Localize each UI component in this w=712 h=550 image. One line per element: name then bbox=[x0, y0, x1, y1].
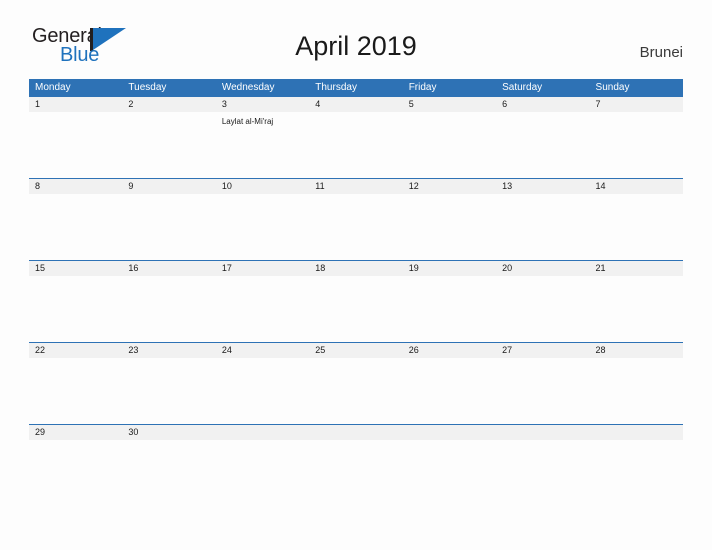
day-event bbox=[309, 112, 402, 178]
weekday-header-tuesday: Tuesday bbox=[128, 82, 167, 93]
day-number[interactable]: 21 bbox=[590, 261, 683, 276]
day-event bbox=[216, 276, 309, 342]
day-number-empty bbox=[403, 425, 496, 440]
day-event bbox=[403, 112, 496, 178]
week-date-band: 29 30 bbox=[29, 425, 683, 440]
day-event bbox=[29, 358, 122, 424]
calendar-week-row: 29 30 bbox=[29, 424, 683, 468]
day-event bbox=[122, 276, 215, 342]
day-event bbox=[309, 358, 402, 424]
day-number[interactable]: 8 bbox=[29, 179, 122, 194]
day-number-empty bbox=[216, 425, 309, 440]
day-event bbox=[29, 112, 122, 178]
day-event bbox=[403, 440, 496, 468]
day-number[interactable]: 13 bbox=[496, 179, 589, 194]
day-event bbox=[122, 112, 215, 178]
day-number[interactable]: 10 bbox=[216, 179, 309, 194]
day-event bbox=[590, 112, 683, 178]
day-event: Laylat al-Mi'raj bbox=[221, 117, 274, 126]
weekday-header-wednesday: Wednesday bbox=[221, 82, 275, 93]
day-number[interactable]: 11 bbox=[309, 179, 402, 194]
day-event bbox=[403, 276, 496, 342]
week-event-band bbox=[29, 194, 683, 260]
week-date-band: 22 23 24 25 26 27 28 bbox=[29, 343, 683, 358]
day-number[interactable]: 30 bbox=[122, 425, 215, 440]
day-event bbox=[590, 276, 683, 342]
day-number[interactable]: 3 bbox=[216, 97, 309, 112]
day-number[interactable]: 1 bbox=[29, 97, 122, 112]
week-event-band bbox=[29, 440, 683, 468]
day-number[interactable]: 6 bbox=[496, 97, 589, 112]
day-number[interactable]: 14 bbox=[590, 179, 683, 194]
day-event bbox=[496, 194, 589, 260]
day-event bbox=[496, 358, 589, 424]
day-number[interactable]: 4 bbox=[309, 97, 402, 112]
day-number[interactable]: 25 bbox=[309, 343, 402, 358]
weekday-header-monday: Monday bbox=[35, 82, 71, 93]
week-date-band: 15 16 17 18 19 20 21 bbox=[29, 261, 683, 276]
day-number[interactable]: 12 bbox=[403, 179, 496, 194]
calendar-week-row: 1 2 3 4 5 6 7 Laylat al-Mi'raj bbox=[29, 96, 683, 178]
day-number[interactable]: 16 bbox=[122, 261, 215, 276]
week-date-band: 1 2 3 4 5 6 7 bbox=[29, 97, 683, 112]
weekday-header-sunday: Sunday bbox=[595, 82, 630, 93]
day-event bbox=[216, 194, 309, 260]
week-event-band bbox=[29, 276, 683, 342]
day-event bbox=[122, 440, 215, 468]
day-number[interactable]: 5 bbox=[403, 97, 496, 112]
weekday-header-row: Monday Tuesday Wednesday Thursday Friday… bbox=[29, 79, 683, 96]
day-event bbox=[496, 440, 589, 468]
day-number[interactable]: 20 bbox=[496, 261, 589, 276]
calendar-week-row: 8 9 10 11 12 13 14 bbox=[29, 178, 683, 260]
day-event bbox=[29, 440, 122, 468]
day-event bbox=[122, 358, 215, 424]
day-event bbox=[216, 358, 309, 424]
weekday-header-saturday: Saturday bbox=[502, 82, 543, 93]
day-number-empty bbox=[309, 425, 402, 440]
day-event bbox=[29, 194, 122, 260]
calendar-grid: Monday Tuesday Wednesday Thursday Friday… bbox=[29, 79, 683, 468]
day-number[interactable]: 27 bbox=[496, 343, 589, 358]
day-event bbox=[403, 194, 496, 260]
day-number-empty bbox=[590, 425, 683, 440]
page-title: April 2019 bbox=[295, 31, 417, 61]
day-event bbox=[122, 194, 215, 260]
day-event bbox=[496, 276, 589, 342]
calendar-page: General Blue April 2019 Brunei Monday Tu… bbox=[0, 0, 712, 550]
day-event bbox=[496, 112, 589, 178]
day-event bbox=[309, 194, 402, 260]
week-event-band: Laylat al-Mi'raj bbox=[29, 112, 683, 178]
day-number[interactable]: 22 bbox=[29, 343, 122, 358]
day-number[interactable]: 15 bbox=[29, 261, 122, 276]
day-event bbox=[309, 276, 402, 342]
day-number[interactable]: 2 bbox=[122, 97, 215, 112]
day-event bbox=[590, 358, 683, 424]
day-number[interactable]: 19 bbox=[403, 261, 496, 276]
day-event bbox=[590, 194, 683, 260]
day-number[interactable]: 26 bbox=[403, 343, 496, 358]
weekday-header-friday: Friday bbox=[408, 82, 437, 93]
day-number[interactable]: 9 bbox=[122, 179, 215, 194]
week-date-band: 8 9 10 11 12 13 14 bbox=[29, 179, 683, 194]
day-number[interactable]: 23 bbox=[122, 343, 215, 358]
day-event bbox=[309, 440, 402, 468]
week-event-band bbox=[29, 358, 683, 424]
country-label: Brunei bbox=[639, 44, 683, 61]
calendar-week-row: 22 23 24 25 26 27 28 bbox=[29, 342, 683, 424]
weekday-header-thursday: Thursday bbox=[315, 82, 357, 93]
day-event bbox=[29, 276, 122, 342]
day-number[interactable]: 29 bbox=[29, 425, 122, 440]
page-header: General Blue April 2019 Brunei bbox=[29, 24, 683, 72]
day-number-empty bbox=[496, 425, 589, 440]
day-event bbox=[590, 440, 683, 468]
day-number[interactable]: 24 bbox=[216, 343, 309, 358]
day-number[interactable]: 17 bbox=[216, 261, 309, 276]
day-event bbox=[216, 440, 309, 468]
day-number[interactable]: 18 bbox=[309, 261, 402, 276]
day-number[interactable]: 28 bbox=[590, 343, 683, 358]
day-event bbox=[403, 358, 496, 424]
calendar-week-row: 15 16 17 18 19 20 21 bbox=[29, 260, 683, 342]
day-number[interactable]: 7 bbox=[590, 97, 683, 112]
